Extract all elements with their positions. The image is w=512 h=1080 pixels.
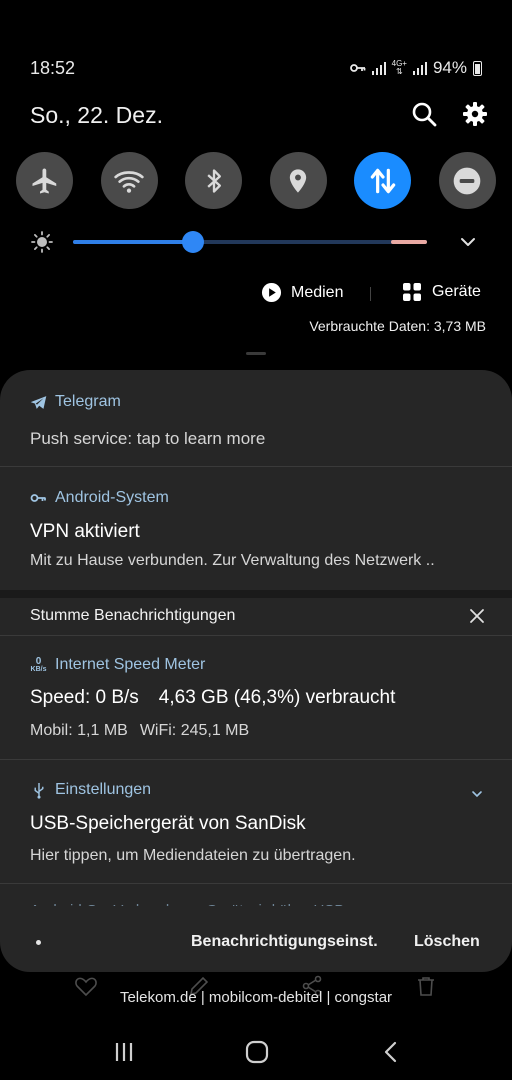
quick-toggle-location[interactable] — [269, 152, 327, 209]
devices-button[interactable]: Geräte — [402, 282, 481, 302]
notification-text: Mobil: 1,1 MB WiFi: 245,1 MB — [30, 722, 249, 740]
wifi-usage: WiFi: 245,1 MB — [139, 722, 250, 739]
wifi-icon — [114, 170, 144, 193]
usb-icon — [30, 782, 47, 799]
quick-toggle-mobile-data[interactable] — [354, 152, 412, 209]
battery-percent: 94% — [432, 58, 467, 77]
notification-app-name: Internet Speed Meter — [55, 656, 206, 673]
close-icon[interactable] — [467, 606, 487, 626]
notification-app-name: Android-System — [55, 489, 169, 506]
silent-notifications-label: Stumme Benachrichtigungen — [30, 607, 236, 624]
notification-app-name: Telegram — [55, 393, 121, 410]
navigation-bar — [0, 1030, 512, 1074]
section-separator — [0, 590, 512, 598]
notification-panel: Telegram Push service: tap to learn more… — [0, 370, 512, 972]
home-icon[interactable] — [244, 1040, 270, 1064]
notification-app-row: Einstellungen — [30, 781, 151, 799]
grid-icon — [403, 283, 421, 301]
brightness-slider-thumb[interactable] — [182, 231, 205, 253]
bluetooth-icon — [207, 168, 221, 193]
speed-meter-icon: 0 KB/s — [30, 656, 47, 674]
notification-usb[interactable]: Einstellungen USB-Speichergerät von SanD… — [0, 760, 512, 884]
usage-value: 4,63 GB (46,3%) verbraucht — [158, 687, 396, 708]
notification-app-row: Android-System — [30, 489, 169, 507]
gear-icon[interactable] — [461, 100, 489, 128]
media-button[interactable]: Medien — [261, 282, 343, 303]
brightness-sun-icon — [31, 231, 53, 253]
divider — [370, 287, 371, 301]
speed-icon-unit: KB/s — [30, 665, 47, 673]
notification-text: Push service: tap to learn more — [30, 429, 266, 448]
chevron-down-icon[interactable] — [458, 232, 478, 252]
notification-app-name: Einstellungen — [55, 781, 152, 798]
lte-icon: 4G+ ⇅ — [391, 59, 407, 76]
vpn-key-icon — [30, 490, 47, 507]
chevron-down-icon[interactable] — [470, 787, 484, 801]
brightness-slider-high-zone — [391, 240, 427, 244]
clock: 18:52 — [30, 58, 76, 78]
silent-notifications-header: Stumme Benachrichtigungen — [0, 598, 512, 636]
media-label: Medien — [291, 283, 344, 301]
quick-settings-row — [16, 152, 496, 209]
search-icon[interactable] — [410, 100, 438, 128]
quick-toggle-bluetooth[interactable] — [185, 152, 243, 209]
notification-text: Mit zu Hause verbunden. Zur Verwaltung d… — [30, 552, 435, 569]
notification-title: USB-Speichergerät von SanDisk — [30, 813, 306, 834]
quick-toggle-wifi[interactable] — [100, 152, 158, 209]
data-usage-label: Verbrauchte Daten: 3,73 MB — [309, 318, 486, 334]
telegram-icon — [30, 394, 47, 411]
brightness-slider-fill — [73, 240, 194, 244]
recents-icon[interactable] — [111, 1040, 137, 1064]
battery-icon — [473, 60, 482, 76]
speed-value: Speed: 0 B/s — [30, 687, 139, 708]
back-icon[interactable] — [378, 1040, 404, 1064]
notification-telegram[interactable]: Telegram Push service: tap to learn more — [0, 370, 512, 467]
drag-handle[interactable] — [246, 352, 266, 355]
vpn-key-icon — [349, 64, 366, 72]
notification-vpn[interactable]: Android-System VPN aktiviert Mit zu Haus… — [0, 467, 512, 590]
notification-title: VPN aktiviert — [30, 521, 140, 542]
devices-label: Geräte — [432, 283, 481, 300]
data-transfer-icon — [370, 168, 396, 193]
minus-circle-icon — [454, 167, 481, 194]
quick-toggle-airplane[interactable] — [16, 152, 73, 209]
status-bar: 18:52 4G+ ⇅ 94% — [0, 0, 512, 100]
signal-icon — [371, 61, 386, 75]
brightness-row — [30, 228, 490, 256]
play-icon — [261, 282, 282, 303]
quick-toggle-do-not-disturb[interactable] — [438, 152, 496, 209]
status-icons: 4G+ ⇅ 94% — [349, 58, 482, 78]
clear-all-button[interactable]: Löschen — [414, 933, 480, 951]
carrier-label: Telekom.de | mobilcom-debitel | congstar — [119, 989, 393, 1006]
notification-settings-button[interactable]: Benachrichtigungseinst. — [191, 933, 378, 951]
network-type-label: 4G+ — [391, 59, 407, 68]
notification-speed-meter[interactable]: 0 KB/s Internet Speed Meter Speed: 0 B/s 4… — [0, 636, 512, 760]
notification-app-row: Telegram — [30, 393, 121, 411]
airplane-icon — [32, 168, 56, 193]
date-label: So., 22. Dez. — [30, 102, 163, 128]
mobile-usage: Mobil: 1,1 MB — [30, 722, 128, 739]
notification-footer: Benachrichtigungseinst. Löschen — [0, 910, 512, 972]
location-icon — [290, 168, 307, 193]
media-devices-row: Medien Geräte — [0, 282, 512, 306]
notification-app-row: 0 KB/s Internet Speed Meter — [30, 656, 206, 674]
brightness-slider[interactable] — [73, 231, 427, 253]
notification-text: Hier tippen, um Mediendateien zu übertra… — [30, 847, 356, 864]
page-indicator-dot — [36, 940, 41, 945]
notification-title: Speed: 0 B/s 4,63 GB (46,3%) verbraucht — [30, 687, 395, 709]
signal-icon — [412, 61, 427, 75]
